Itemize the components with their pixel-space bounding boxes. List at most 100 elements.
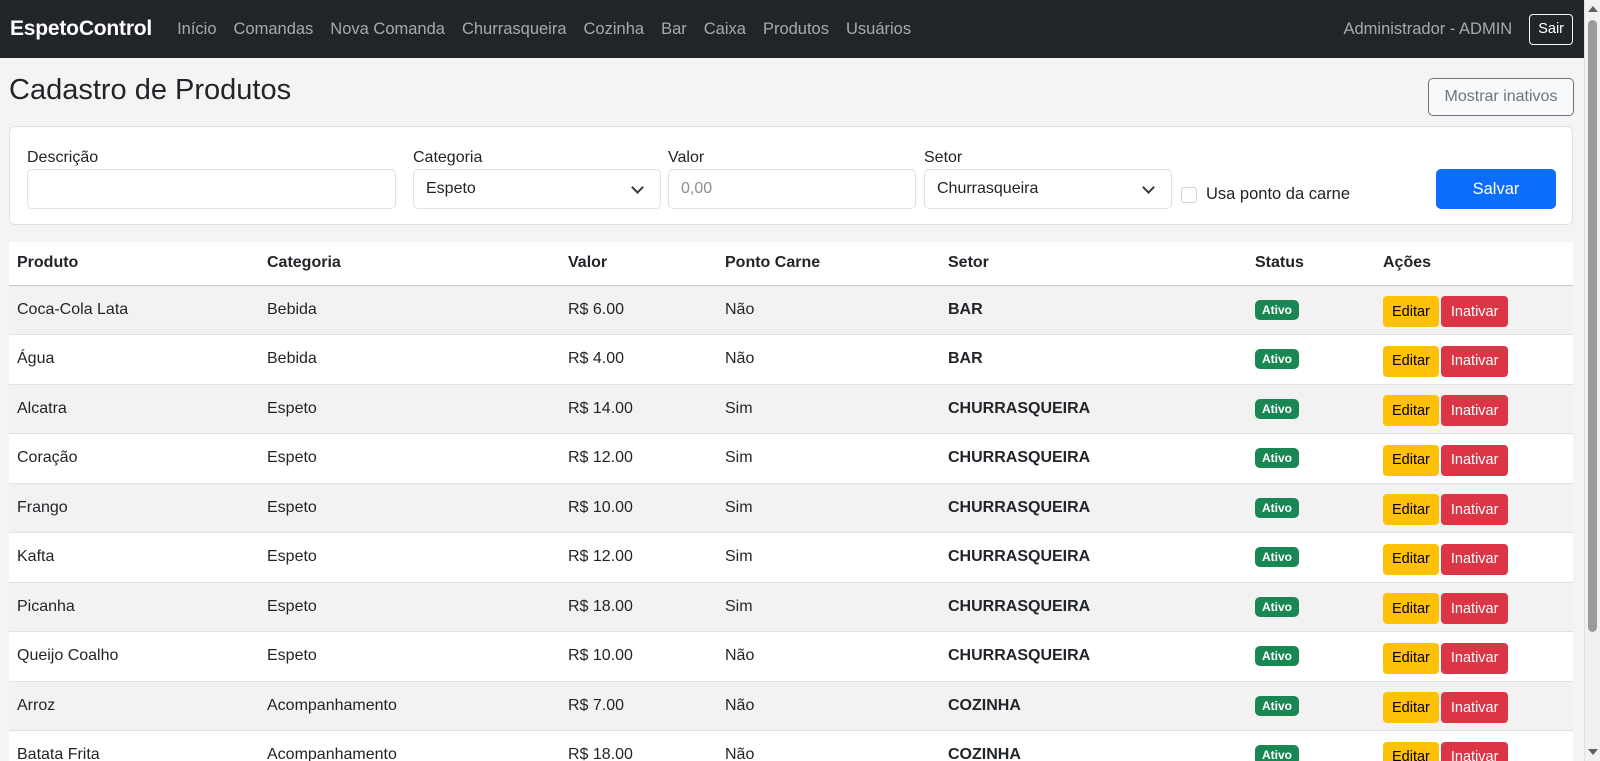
nav-link-usuarios[interactable]: Usuários — [846, 20, 911, 39]
descricao-input[interactable] — [27, 169, 396, 209]
cell-produto: Coca-Cola Lata — [9, 285, 259, 335]
setor-select[interactable]: Churrasqueira — [924, 169, 1172, 209]
cell-categoria: Espeto — [259, 384, 560, 434]
edit-button[interactable]: Editar — [1383, 692, 1439, 724]
cell-setor: CHURRASQUEIRA — [940, 384, 1247, 434]
inactivate-button[interactable]: Inativar — [1440, 494, 1509, 526]
setor-selected-value: Churrasqueira — [937, 180, 1039, 197]
cell-setor: CHURRASQUEIRA — [940, 433, 1247, 484]
table-body: Coca-Cola Lata Bebida R$ 6.00 Não BAR Ativo Ed… — [9, 285, 1573, 761]
status-badge: Ativo — [1255, 349, 1299, 370]
cell-status: Ativo — [1247, 730, 1375, 761]
cell-produto: Água — [9, 334, 259, 385]
inactivate-button[interactable]: Inativar — [1440, 345, 1509, 377]
page-title: Cadastro de Produtos — [9, 74, 292, 106]
cell-produto: Arroz — [9, 681, 259, 731]
cell-status: Ativo — [1247, 582, 1375, 632]
cell-status: Ativo — [1247, 285, 1375, 335]
scroll-thumb[interactable] — [1588, 20, 1597, 632]
page-scrollbar[interactable] — [1584, 0, 1600, 761]
categoria-select[interactable]: Espeto — [413, 169, 661, 209]
cell-valor: R$ 12.00 — [560, 433, 717, 484]
col-header-ponto-carne: Ponto Carne — [717, 242, 940, 286]
scroll-down-icon[interactable] — [1588, 749, 1598, 755]
table-row: Arroz Acompanhamento R$ 7.00 Não COZINHA Ativ… — [9, 681, 1573, 731]
cell-ponto-carne: Não — [717, 730, 940, 761]
nav-link-cozinha[interactable]: Cozinha — [584, 20, 645, 39]
cell-acoes: Editar Inativar — [1375, 730, 1573, 761]
edit-button[interactable]: Editar — [1383, 593, 1439, 625]
cell-categoria: Acompanhamento — [259, 730, 560, 761]
scroll-up-icon[interactable] — [1588, 6, 1598, 12]
inactivate-button[interactable]: Inativar — [1440, 593, 1509, 625]
cell-ponto-carne: Não — [717, 285, 940, 335]
edit-button[interactable]: Editar — [1383, 395, 1439, 427]
products-table-container: Produto Categoria Valor Ponto Carne Seto… — [9, 242, 1573, 761]
inactivate-button[interactable]: Inativar — [1440, 543, 1509, 575]
logout-button[interactable]: Sair — [1529, 13, 1573, 45]
nav-link-comandas[interactable]: Comandas — [234, 20, 314, 39]
setor-label: Setor — [924, 149, 963, 166]
nav-link-inicio[interactable]: Início — [177, 20, 216, 39]
edit-button[interactable]: Editar — [1383, 642, 1439, 674]
status-badge: Ativo — [1255, 596, 1299, 617]
edit-button[interactable]: Editar — [1383, 543, 1439, 575]
table-row: Queijo Coalho Espeto R$ 10.00 Não CHURRASQUE… — [9, 631, 1573, 682]
inactivate-button[interactable]: Inativar — [1440, 444, 1509, 476]
nav-link-produtos[interactable]: Produtos — [763, 20, 829, 39]
inactivate-button[interactable]: Inativar — [1440, 692, 1509, 724]
cell-status: Ativo — [1247, 384, 1375, 434]
status-badge: Ativo — [1255, 745, 1299, 761]
nav-link-bar[interactable]: Bar — [661, 20, 687, 39]
save-button[interactable]: Salvar — [1436, 169, 1556, 209]
nav-link-caixa[interactable]: Caixa — [704, 20, 746, 39]
cell-categoria: Bebida — [259, 334, 560, 385]
nav-links: Início Comandas Nova Comanda Churrasquei… — [168, 20, 919, 39]
ponto-carne-label[interactable]: Usa ponto da carne — [1206, 185, 1350, 204]
nav-user-area: Administrador - ADMIN Sair — [1343, 13, 1573, 45]
cell-status: Ativo — [1247, 631, 1375, 682]
table-row: Batata Frita Acompanhamento R$ 18.00 Não COZ… — [9, 730, 1573, 761]
status-badge: Ativo — [1255, 448, 1299, 469]
cell-categoria: Acompanhamento — [259, 681, 560, 731]
table-row: Água Bebida R$ 4.00 Não BAR Ativo Editar Inativ… — [9, 334, 1573, 385]
col-header-status: Status — [1247, 242, 1375, 286]
table-header-row: Produto Categoria Valor Ponto Carne Seto… — [9, 242, 1573, 286]
nav-link-churrasqueira[interactable]: Churrasqueira — [462, 20, 567, 39]
table-row: Alcatra Espeto R$ 14.00 Sim CHURRASQUEIRA Ati… — [9, 384, 1573, 434]
cell-valor: R$ 10.00 — [560, 631, 717, 682]
brand-logo[interactable]: EspetoControl — [10, 17, 152, 41]
edit-button[interactable]: Editar — [1383, 345, 1439, 377]
status-badge: Ativo — [1255, 398, 1299, 419]
cell-categoria: Espeto — [259, 433, 560, 484]
edit-button[interactable]: Editar — [1383, 741, 1439, 761]
cell-valor: R$ 4.00 — [560, 334, 717, 385]
edit-button[interactable]: Editar — [1383, 444, 1439, 476]
edit-button[interactable]: Editar — [1383, 296, 1439, 328]
cell-ponto-carne: Não — [717, 681, 940, 731]
status-badge: Ativo — [1255, 299, 1299, 320]
cell-status: Ativo — [1247, 681, 1375, 731]
cell-categoria: Espeto — [259, 483, 560, 533]
inactivate-button[interactable]: Inativar — [1440, 296, 1509, 328]
inactivate-button[interactable]: Inativar — [1440, 395, 1509, 427]
valor-input[interactable] — [668, 169, 916, 209]
nav-link-nova-comanda[interactable]: Nova Comanda — [330, 20, 445, 39]
show-inactive-button[interactable]: Mostrar inativos — [1428, 78, 1574, 116]
cell-acoes: Editar Inativar — [1375, 532, 1573, 583]
cell-acoes: Editar Inativar — [1375, 582, 1573, 632]
cell-produto: Queijo Coalho — [9, 631, 259, 682]
status-badge: Ativo — [1255, 695, 1299, 716]
chevron-down-icon — [1142, 180, 1155, 194]
inactivate-button[interactable]: Inativar — [1440, 642, 1509, 674]
edit-button[interactable]: Editar — [1383, 494, 1439, 526]
cell-acoes: Editar Inativar — [1375, 681, 1573, 731]
ponto-carne-checkbox[interactable] — [1181, 186, 1197, 203]
table-row: Frango Espeto R$ 10.00 Sim CHURRASQUEIRA Ativ… — [9, 483, 1573, 533]
cell-acoes: Editar Inativar — [1375, 631, 1573, 682]
cell-ponto-carne: Sim — [717, 384, 940, 434]
products-table: Produto Categoria Valor Ponto Carne Seto… — [9, 242, 1573, 761]
status-badge: Ativo — [1255, 497, 1299, 518]
inactivate-button[interactable]: Inativar — [1440, 741, 1509, 761]
cell-produto: Alcatra — [9, 384, 259, 434]
